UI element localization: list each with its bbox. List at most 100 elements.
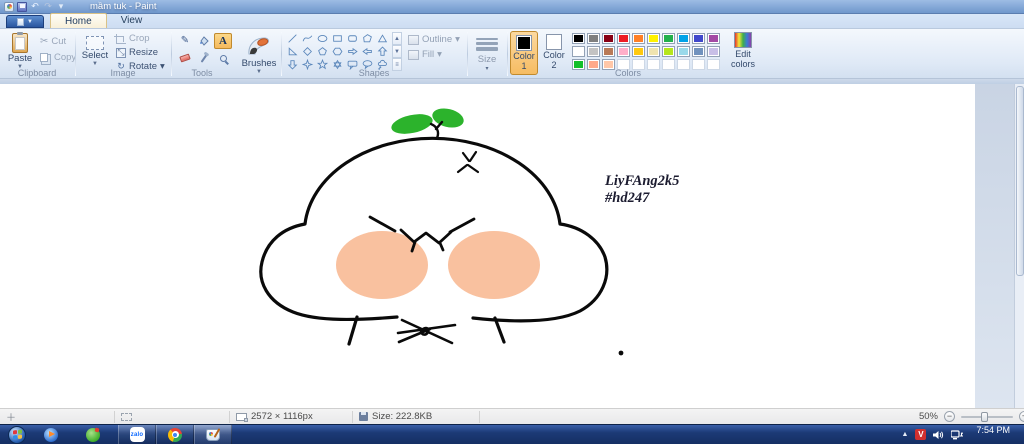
shape-oval[interactable] — [315, 32, 330, 45]
fill-button[interactable]: Fill ▾ — [408, 49, 460, 60]
palette-swatch[interactable] — [662, 46, 675, 57]
redo-icon[interactable]: ↷ — [43, 2, 53, 12]
shape-polygon[interactable] — [360, 32, 375, 45]
size-button[interactable]: Size ▾ — [472, 31, 502, 73]
zoom-in-button[interactable]: + — [1019, 411, 1024, 422]
shape-right-arrow[interactable] — [345, 45, 360, 58]
palette-swatch[interactable] — [572, 33, 585, 44]
status-bar: ＋ 2572 × 1116px Size: 222.8KB 50% − + — [0, 408, 1024, 424]
start-button[interactable] — [8, 425, 26, 444]
color1-button[interactable]: Color 1 — [510, 31, 538, 75]
tab-home[interactable]: Home — [50, 13, 107, 28]
palette-swatch[interactable] — [632, 46, 645, 57]
palette-swatch[interactable] — [692, 33, 705, 44]
group-shapes: ▲ ▼ ≡ Outline ▾ Fill ▾ Shapes — [282, 29, 466, 79]
shapes-scroll-down-icon[interactable]: ▼ — [392, 45, 402, 58]
undo-icon[interactable]: ↶ — [30, 2, 40, 12]
eraser-tool[interactable] — [176, 50, 194, 66]
save-icon[interactable] — [17, 1, 27, 12]
unikey-icon[interactable]: V — [915, 429, 927, 440]
palette-swatch-empty[interactable] — [707, 59, 720, 70]
shape-triangle[interactable] — [375, 32, 390, 45]
palette-swatch[interactable] — [632, 33, 645, 44]
shape-pentagon[interactable] — [315, 45, 330, 58]
character-drawing: LiyFAng2k5 #hd247 — [259, 108, 679, 356]
shape-rectangle[interactable] — [330, 32, 345, 45]
shape-line[interactable] — [285, 32, 300, 45]
edit-colors-icon — [734, 32, 752, 48]
shape-rounded-rectangle[interactable] — [345, 32, 360, 45]
quick-access-dropdown-icon[interactable]: ▾ — [56, 2, 66, 12]
palette-swatch[interactable] — [617, 46, 630, 57]
edit-colors-button[interactable]: Edit colors — [727, 32, 759, 70]
palette-swatch[interactable] — [662, 33, 675, 44]
shape-diamond[interactable] — [300, 45, 315, 58]
group-image: Select ▼ Crop ⤡ Resize ↻ Rotate ▾ Image — [76, 29, 170, 79]
group-size: Size ▾ — [468, 29, 506, 79]
chevron-down-icon: ▾ — [437, 49, 442, 60]
drawing-canvas[interactable]: LiyFAng2k5 #hd247 — [0, 84, 975, 408]
fill-tool[interactable] — [195, 33, 213, 49]
palette-swatch[interactable] — [707, 33, 720, 44]
paste-button[interactable]: Paste ▼ — [3, 31, 37, 73]
palette-swatch[interactable] — [587, 46, 600, 57]
brushes-label: Brushes — [241, 58, 277, 69]
anger-mark-icon — [456, 150, 480, 174]
taskbar-item-paint[interactable] — [194, 424, 232, 444]
palette-swatch[interactable] — [647, 46, 660, 57]
window-title: mầm tuk - Paint — [90, 1, 157, 12]
crop-button[interactable]: Crop — [114, 32, 150, 45]
shapes-grid — [285, 32, 391, 71]
copy-button[interactable]: Copy — [40, 51, 76, 64]
shape-left-arrow[interactable] — [360, 45, 375, 58]
shape-right-triangle[interactable] — [285, 45, 300, 58]
outline-button[interactable]: Outline ▾ — [408, 34, 460, 45]
palette-swatch[interactable] — [602, 46, 615, 57]
taskbar-clock[interactable]: 7:54 PM — [970, 425, 1016, 444]
paste-icon — [12, 32, 28, 53]
tab-view[interactable]: View — [107, 13, 157, 28]
palette-swatch[interactable] — [677, 33, 690, 44]
select-button[interactable]: Select ▼ — [78, 31, 112, 73]
group-label-image: Image — [110, 68, 136, 78]
palette-swatch[interactable] — [602, 33, 615, 44]
network-icon[interactable] — [951, 429, 964, 440]
taskbar-item-zalo[interactable]: zalo — [118, 424, 156, 444]
zoom-out-button[interactable]: − — [944, 411, 955, 422]
cut-button[interactable]: ✂ Cut — [40, 35, 66, 48]
shape-hexagon[interactable] — [330, 45, 345, 58]
palette-swatch[interactable] — [617, 33, 630, 44]
paint-app-icon[interactable] — [4, 1, 14, 12]
palette-swatch[interactable] — [692, 46, 705, 57]
zoom-slider[interactable] — [961, 411, 1013, 422]
palette-swatch[interactable] — [707, 46, 720, 57]
palette-swatch[interactable] — [572, 46, 585, 57]
resize-button[interactable]: ⤡ Resize — [116, 46, 158, 59]
windows-media-player-icon — [44, 427, 58, 442]
taskbar-item-chrome[interactable] — [156, 424, 194, 444]
taskbar-item-coccoc[interactable] — [78, 425, 108, 444]
zoom-slider-thumb[interactable] — [981, 411, 988, 422]
size-icon — [476, 38, 498, 51]
group-brushes: Brushes ▼ — [234, 29, 280, 79]
palette-swatch[interactable] — [647, 33, 660, 44]
brushes-button[interactable]: Brushes ▼ — [240, 31, 278, 75]
edit-colors-label: Edit colors — [730, 49, 755, 70]
text-tool[interactable]: A — [214, 33, 232, 49]
magnifier-tool[interactable] — [214, 50, 232, 66]
color-picker-tool[interactable] — [195, 50, 213, 66]
pencil-tool[interactable]: ✎ — [176, 33, 194, 49]
cut-icon: ✂ — [40, 36, 49, 47]
palette-swatch[interactable] — [587, 33, 600, 44]
chevron-down-icon: ▾ — [485, 66, 489, 72]
shape-curve[interactable] — [300, 32, 315, 45]
vertical-scrollbar[interactable] — [1014, 84, 1024, 408]
shape-up-arrow[interactable] — [375, 45, 390, 58]
speaker-icon[interactable] — [933, 430, 944, 440]
palette-swatch[interactable] — [677, 46, 690, 57]
shapes-scroll-up-icon[interactable]: ▲ — [392, 32, 402, 45]
taskbar-item-windows-media-player[interactable] — [36, 425, 66, 444]
show-hidden-icons-arrow[interactable]: ▲ — [902, 431, 909, 438]
vertical-scrollbar-thumb[interactable] — [1016, 86, 1024, 276]
application-menu-button[interactable]: ▼ — [6, 15, 44, 28]
